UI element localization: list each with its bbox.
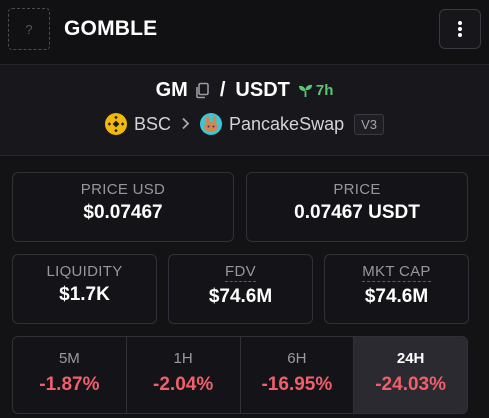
mkt-cap-card[interactable]: MKT CAP $74.6M (324, 254, 469, 324)
more-vertical-icon (458, 21, 462, 37)
price-value: 0.07467 USDT (294, 202, 420, 223)
mkt-cap-value: $74.6M (364, 286, 429, 307)
price-label: PRICE (333, 181, 381, 198)
change-percent-value: -1.87% (39, 374, 100, 395)
quote-token-symbol: USDT (235, 79, 290, 101)
change-period-label: 6H (287, 350, 307, 367)
price-usd-card: PRICE USD $0.07467 (12, 172, 234, 242)
pair-age-text: 7h (315, 82, 334, 99)
fdv-label: FDV (225, 263, 256, 282)
change-percent-value: -16.95% (261, 374, 333, 395)
dex-name-link[interactable]: PancakeSwap (229, 114, 344, 135)
chevron-right-icon (181, 114, 190, 135)
change-period-label: 24H (396, 350, 425, 367)
liquidity-card: LIQUIDITY $1.7K (12, 254, 157, 324)
bsc-chain-icon (105, 113, 127, 135)
fdv-value: $74.6M (208, 286, 273, 307)
change-tab-5m[interactable]: 5M -1.87% (13, 337, 127, 413)
change-percent-value: -2.04% (153, 374, 214, 395)
pancakeswap-icon (200, 113, 223, 135)
liquidity-label: LIQUIDITY (46, 263, 123, 280)
chain-name-link[interactable]: BSC (134, 114, 171, 135)
liquidity-value: $1.7K (59, 284, 110, 305)
top-header: ? GOMBLE (0, 0, 489, 65)
price-change-tabs: 5M -1.87% 1H -2.04% 6H -16.95% 24H -24.0… (12, 336, 468, 414)
token-logo-placeholder: ? (8, 8, 50, 50)
dex-version-badge: V3 (354, 113, 384, 135)
placeholder-question-mark: ? (25, 21, 33, 37)
token-name: GOMBLE (64, 17, 158, 40)
pair-age: 7h (298, 82, 334, 99)
copy-icon[interactable] (194, 82, 210, 99)
base-token-symbol: GM (155, 79, 188, 101)
change-period-label: 1H (173, 350, 193, 367)
price-usd-value: $0.07467 (83, 202, 163, 223)
change-period-label: 5M (58, 350, 80, 367)
change-tab-1h[interactable]: 1H -2.04% (127, 337, 241, 413)
chain-dex-line: BSC PancakeSwap V3 (0, 113, 489, 135)
price-usd-label: PRICE USD (80, 181, 166, 198)
more-options-button[interactable] (439, 9, 481, 49)
pair-separator: / (219, 79, 226, 101)
change-tab-6h[interactable]: 6H -16.95% (241, 337, 355, 413)
price-card: PRICE 0.07467 USDT (246, 172, 468, 242)
change-percent-value: -24.03% (375, 374, 447, 395)
fdv-card[interactable]: FDV $74.6M (168, 254, 313, 324)
mkt-cap-label: MKT CAP (362, 263, 431, 282)
change-tab-24h[interactable]: 24H -24.03% (354, 337, 467, 413)
sprout-icon (298, 84, 312, 97)
pair-title: GM / USDT 7h (0, 79, 489, 102)
pair-panel: GM / USDT 7h BSC PancakeSwap V3 (0, 65, 489, 156)
